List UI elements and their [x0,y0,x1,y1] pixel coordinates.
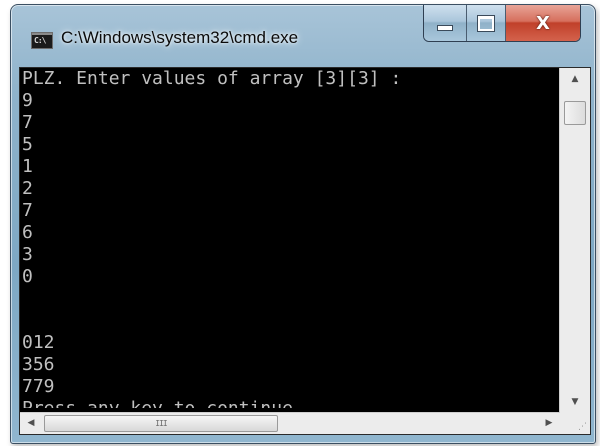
console-output: PLZ. Enter values of array [3][3] :97512… [22,68,548,408]
console-line: 7 [22,112,33,133]
console-line: 779 [22,376,55,397]
console-line: 012 [22,332,55,353]
console-line: 9 [22,90,33,111]
scroll-down-icon[interactable]: ▼ [560,393,590,411]
scroll-up-icon[interactable]: ▲ [560,70,590,88]
console-line: 0 [22,266,33,287]
console-line: 1 [22,156,33,177]
scroll-left-icon[interactable]: ◀ [20,414,42,432]
horizontal-scrollbar[interactable]: ◀ III ▶ [20,412,560,434]
console-line: 6 [22,222,33,243]
vertical-scroll-thumb[interactable] [564,101,586,125]
minimize-icon [437,25,453,31]
horizontal-scroll-thumb[interactable]: III [44,415,278,432]
minimize-button[interactable] [424,5,466,41]
title-bar[interactable]: C:\ C:\Windows\system32\cmd.exe X [11,5,595,67]
maximize-button[interactable] [466,5,505,41]
scroll-right-icon[interactable]: ▶ [538,414,560,432]
close-icon: X [536,12,550,34]
grip-icon: III [155,419,167,428]
maximize-icon [477,14,495,32]
window-title: C:\Windows\system32\cmd.exe [61,28,299,47]
close-button[interactable]: X [505,5,580,41]
console-line: Press any key to continue . . . [22,398,548,408]
console-line: 5 [22,134,33,155]
console-line: PLZ. Enter values of array [3][3] : [22,68,402,89]
size-grip[interactable]: ⋰ [560,413,590,434]
cmd-window: C:\ C:\Windows\system32\cmd.exe X PLZ. E… [10,4,596,444]
caption-buttons: X [423,5,581,42]
console-line: 7 [22,200,33,221]
console-area[interactable]: PLZ. Enter values of array [3][3] :97512… [19,67,591,435]
cmd-app-icon[interactable]: C:\ [31,32,53,49]
console-line: 3 [22,244,33,265]
vertical-scrollbar[interactable]: ▲ ▼ [559,68,590,413]
console-line: 356 [22,354,55,375]
size-grip-icon: ⋰ [578,422,587,432]
app-icon-label: C:\ [34,36,46,45]
console-line: 2 [22,178,33,199]
